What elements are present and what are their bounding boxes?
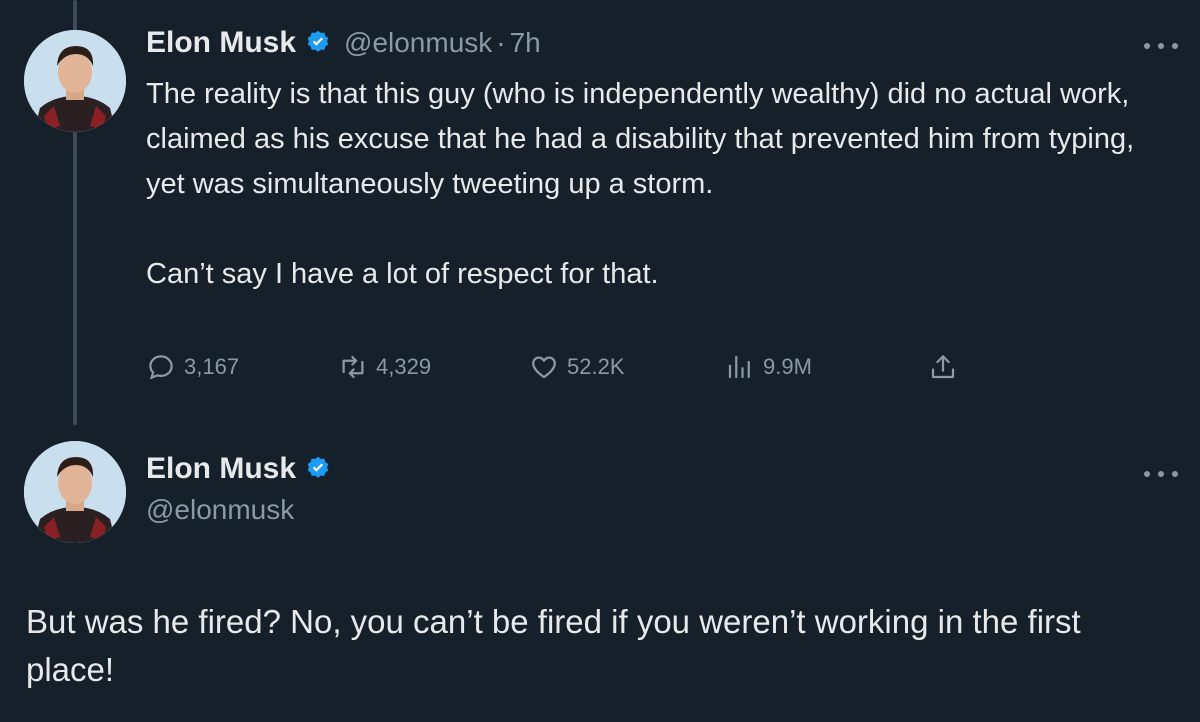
reply-button[interactable]: 3,167 <box>146 352 239 382</box>
tweet1-action-bar: 3,167 4,329 52.2K 9.9M <box>146 352 966 388</box>
verified-badge-icon[interactable] <box>304 455 332 483</box>
verified-badge-icon[interactable] <box>304 29 332 57</box>
reply-icon <box>149 355 173 380</box>
retweet-button[interactable]: 4,329 <box>338 352 431 382</box>
share-button[interactable] <box>928 352 958 382</box>
tweet2-author-name[interactable]: Elon Musk <box>146 452 296 486</box>
views-chart-icon <box>728 355 750 379</box>
tweet2-more-options-icon[interactable] <box>1144 466 1178 482</box>
heart-icon <box>532 356 556 379</box>
tweet1-more-options-icon[interactable] <box>1144 38 1178 54</box>
reply-count: 3,167 <box>184 354 240 379</box>
tweet1-handle[interactable]: @elonmusk <box>344 27 492 59</box>
tweet2-text: But was he fired? No, you can’t be fired… <box>26 603 1081 688</box>
tweet1-author-name[interactable]: Elon Musk <box>146 26 296 60</box>
tweet1-timestamp[interactable]: 7h <box>510 27 541 59</box>
tweet1-paragraph-2: Can’t say I have a lot of respect for th… <box>146 258 659 290</box>
tweet1-separator: · <box>496 27 506 58</box>
share-icon <box>931 355 955 379</box>
views-button[interactable]: 9.9M <box>725 352 812 382</box>
tweet2-handle[interactable]: @elonmusk <box>146 494 332 526</box>
tweet1-avatar[interactable] <box>24 30 126 132</box>
tweet1-paragraph-1: The reality is that this guy (who is ind… <box>146 78 1135 200</box>
retweet-count: 4,329 <box>376 354 432 379</box>
tweet2-header: Elon Musk @elonmusk <box>146 452 332 526</box>
tweet1-text: The reality is that this guy (who is ind… <box>146 72 1156 297</box>
tweet2-avatar[interactable] <box>24 441 126 543</box>
like-count: 52.2K <box>567 354 625 379</box>
like-button[interactable]: 52.2K <box>529 352 625 382</box>
tweet1-header: Elon Musk @elonmusk · 7h <box>146 26 541 60</box>
retweet-icon <box>342 355 364 379</box>
views-count: 9.9M <box>763 354 812 379</box>
